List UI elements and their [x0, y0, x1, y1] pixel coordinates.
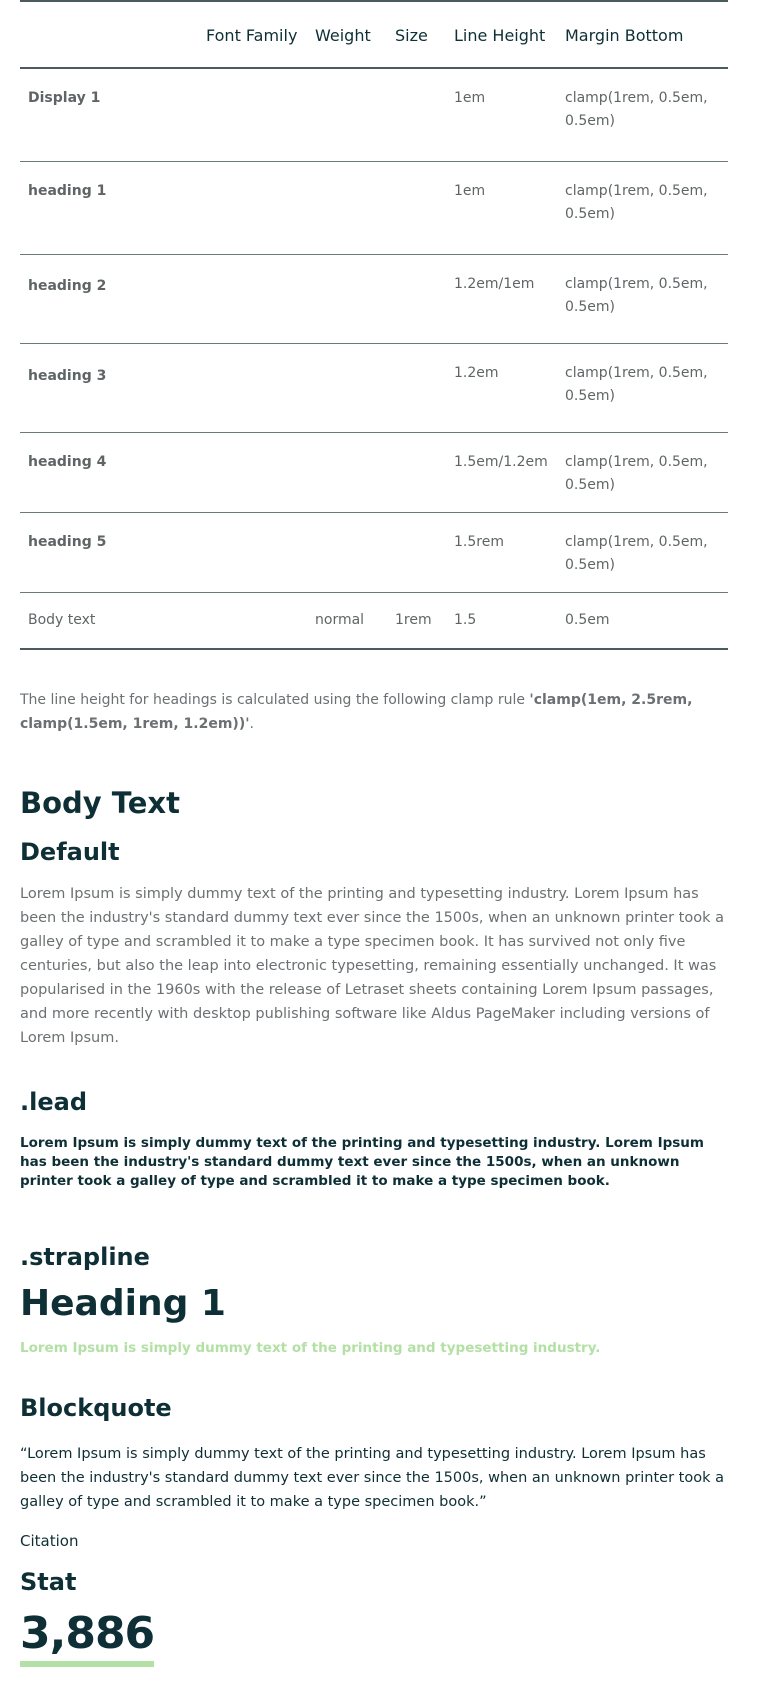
style-name: Display 1 — [20, 68, 206, 162]
default-title: Default — [20, 838, 120, 866]
body-text-title: Body Text — [20, 786, 180, 820]
style-name: heading 3 — [20, 343, 206, 433]
type-scale-table: Font Family Weight Size Line Height Marg… — [20, 0, 728, 650]
header-name — [20, 0, 206, 69]
size-cell — [395, 512, 454, 593]
table-row: Display 1 1em clamp(1rem, 0.5em, 0.5em) — [20, 68, 728, 162]
font-family-cell — [206, 161, 315, 255]
line-height-cell: 1.5em/1.2em — [454, 432, 565, 513]
table-row: heading 4 1.5em/1.2em clamp(1rem, 0.5em,… — [20, 432, 728, 513]
header-size: Size — [395, 0, 454, 69]
line-height-cell: 1em — [454, 161, 565, 255]
style-name: heading 4 — [20, 432, 206, 513]
margin-bottom-cell: clamp(1rem, 0.5em, 0.5em) — [565, 68, 728, 162]
font-family-cell — [206, 68, 315, 162]
header-font-family: Font Family — [206, 0, 315, 69]
table-row: heading 5 1.5rem clamp(1rem, 0.5em, 0.5e… — [20, 512, 728, 593]
style-name: heading 1 — [20, 161, 206, 255]
font-family-cell — [206, 592, 315, 650]
weight-cell — [315, 432, 395, 513]
default-paragraph: Lorem Ipsum is simply dummy text of the … — [20, 886, 724, 1046]
strapline-heading: Heading 1 — [20, 1283, 226, 1324]
line-height-cell: 1em — [454, 68, 565, 162]
style-name: Body text — [20, 592, 206, 650]
line-height-cell: 1.2em — [454, 343, 565, 433]
lead-paragraph: Lorem Ipsum is simply dummy text of the … — [20, 1135, 704, 1189]
margin-bottom-cell: clamp(1rem, 0.5em, 0.5em) — [565, 161, 728, 255]
note-end: . — [249, 716, 254, 732]
margin-bottom-cell: clamp(1rem, 0.5em, 0.5em) — [565, 432, 728, 513]
weight-cell — [315, 161, 395, 255]
weight-cell: normal — [315, 592, 395, 650]
table-row: heading 2 1.2em/1em clamp(1rem, 0.5em, 0… — [20, 254, 728, 344]
line-height-note: The line height for headings is calculat… — [20, 688, 728, 736]
header-line-height: Line Height — [454, 0, 565, 69]
line-height-cell: 1.5 — [454, 592, 565, 650]
table-row: Body text normal 1rem 1.5 0.5em — [20, 592, 728, 650]
blockquote-citation: Citation — [20, 1532, 79, 1550]
table-row: heading 1 1em clamp(1rem, 0.5em, 0.5em) — [20, 161, 728, 255]
table-header-row: Font Family Weight Size Line Height Marg… — [20, 0, 728, 69]
table-row: heading 3 1.2em clamp(1rem, 0.5em, 0.5em… — [20, 343, 728, 433]
size-cell — [395, 432, 454, 513]
font-family-cell — [206, 254, 315, 344]
header-weight: Weight — [315, 0, 395, 69]
line-height-cell: 1.2em/1em — [454, 254, 565, 344]
strapline-title: .strapline — [20, 1243, 150, 1271]
margin-bottom-cell: clamp(1rem, 0.5em, 0.5em) — [565, 512, 728, 593]
size-cell — [395, 254, 454, 344]
font-family-cell — [206, 512, 315, 593]
font-family-cell — [206, 432, 315, 513]
size-cell — [395, 161, 454, 255]
stat-title: Stat — [20, 1568, 77, 1596]
note-text: The line height for headings is calculat… — [20, 692, 530, 708]
weight-cell — [315, 343, 395, 433]
margin-bottom-cell: 0.5em — [565, 592, 728, 650]
style-name: heading 2 — [20, 254, 206, 344]
size-cell — [395, 68, 454, 162]
strapline-text: Lorem Ipsum is simply dummy text of the … — [20, 1340, 601, 1356]
font-family-cell — [206, 343, 315, 433]
margin-bottom-cell: clamp(1rem, 0.5em, 0.5em) — [565, 254, 728, 344]
weight-cell — [315, 68, 395, 162]
line-height-cell: 1.5rem — [454, 512, 565, 593]
stat-value: 3,886 — [20, 1608, 155, 1667]
weight-cell — [315, 512, 395, 593]
blockquote-title: Blockquote — [20, 1394, 172, 1422]
size-cell — [395, 343, 454, 433]
weight-cell — [315, 254, 395, 344]
header-margin-bottom: Margin Bottom — [565, 0, 728, 69]
blockquote-text: “Lorem Ipsum is simply dummy text of the… — [20, 1446, 724, 1510]
typography-page: Font Family Weight Size Line Height Marg… — [0, 0, 768, 1705]
size-cell: 1rem — [395, 592, 454, 650]
style-name: heading 5 — [20, 512, 206, 593]
lead-title: .lead — [20, 1088, 87, 1116]
margin-bottom-cell: clamp(1rem, 0.5em, 0.5em) — [565, 343, 728, 433]
